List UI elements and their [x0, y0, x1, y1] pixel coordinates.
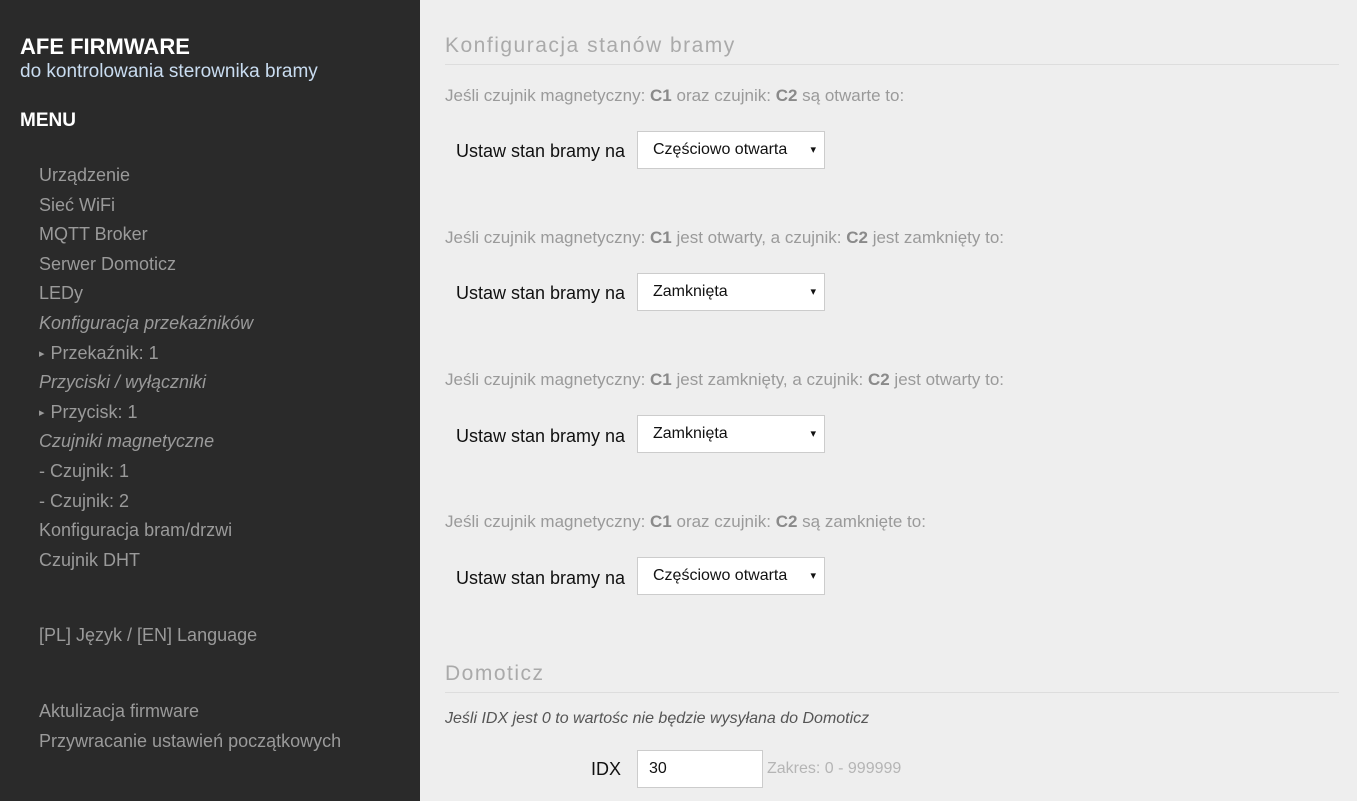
condition-1-sensor-a: C1: [650, 86, 672, 105]
sidebar-item-3[interactable]: Serwer Domoticz: [39, 251, 409, 281]
sidebar-item-label: Konfiguracja przekaźników: [39, 312, 254, 333]
sidebar-item-0[interactable]: Urządzenie: [39, 162, 409, 192]
condition-2-text-c: jest zamknięty to:: [867, 228, 1005, 247]
condition-3-sensor-b: C2: [867, 370, 890, 389]
sidebar-item-label: Konfiguracja bram/drzwi: [39, 520, 233, 541]
language-link[interactable]: [PL] Język / [EN] Language: [39, 622, 257, 652]
chevron-down-icon: ▾: [810, 286, 816, 298]
condition-1-sensor-b: C2: [775, 86, 798, 105]
sidebar-section-5: Konfiguracja przekaźników: [39, 310, 409, 340]
condition-1-text-a: Jeśli czujnik magnetyczny:: [445, 86, 651, 105]
brand-subtitle: do kontrolowania sterownika bramy: [20, 61, 318, 82]
sidebar-item-10[interactable]: - Czujnik: 1: [39, 458, 409, 488]
sidebar-section-9: Czujniki magnetyczne: [39, 428, 409, 458]
sidebar-item-11[interactable]: - Czujnik: 2: [39, 488, 409, 518]
condition-1: Jeśli czujnik magnetyczny: C1 oraz czujn…: [445, 86, 904, 106]
idx-label: IDX: [591, 759, 622, 779]
state-label-1: Ustaw stan bramy na: [456, 141, 626, 161]
chevron-down-icon: ▾: [810, 428, 816, 440]
state-select-2-value: Zamknięta: [653, 283, 728, 300]
condition-2: Jeśli czujnik magnetyczny: C1 jest otwar…: [445, 228, 1004, 248]
condition-3-sensor-a: C1: [650, 370, 672, 389]
state-select-4[interactable]: Częściowo otwarta ▾: [637, 557, 825, 595]
condition-1-text-b: oraz czujnik:: [671, 86, 776, 105]
sidebar-item-label: Przyciski / wyłączniki: [39, 372, 207, 393]
sidebar-item-13[interactable]: Czujnik DHT: [39, 547, 409, 577]
state-label-3: Ustaw stan bramy na: [456, 426, 626, 446]
state-select-3-value: Zamknięta: [653, 425, 728, 442]
condition-3: Jeśli czujnik magnetyczny: C1 jest zamkn…: [445, 370, 1004, 390]
sidebar-item-label: Czujniki magnetyczne: [39, 431, 215, 452]
condition-2-sensor-b: C2: [846, 228, 868, 247]
sidebar-item-6[interactable]: ▸ Przekaźnik: 1: [39, 340, 409, 370]
brand-title: AFE FIRMWARE: [20, 34, 190, 59]
idx-input[interactable]: [637, 750, 763, 788]
condition-3-text-c: jest otwarty to:: [889, 370, 1005, 389]
state-select-2[interactable]: Zamknięta ▾: [637, 273, 825, 311]
sidebar-item-label: Przycisk: 1: [50, 401, 138, 422]
domoticz-title: Domoticz: [445, 662, 1339, 693]
sidebar-section-7: Przyciski / wyłączniki: [39, 369, 409, 399]
sidebar-item-label: Serwer Domoticz: [39, 253, 177, 274]
sidebar-nav: Urządzenie Sieć WiFi MQTT Broker Serwer Dom…: [39, 162, 409, 576]
chevron-down-icon: ▾: [810, 144, 816, 156]
condition-3-text-b: jest zamknięty, a czujnik:: [671, 370, 868, 389]
firmware-update-link[interactable]: Aktulizacja firmware: [39, 698, 341, 728]
sidebar-item-label: Przekaźnik: 1: [50, 342, 159, 363]
sidebar-item-label: MQTT Broker: [39, 224, 148, 245]
sidebar-item-12[interactable]: Konfiguracja bram/drzwi: [39, 517, 409, 547]
sidebar: AFE FIRMWARE do kontrolowania sterownika…: [0, 0, 420, 801]
condition-4-sensor-b: C2: [775, 512, 798, 531]
sidebar-item-label: Sieć WiFi: [39, 194, 115, 215]
sidebar-item-2[interactable]: MQTT Broker: [39, 221, 409, 251]
state-label-2: Ustaw stan bramy na: [456, 283, 626, 303]
sidebar-item-label: Urządzenie: [39, 165, 131, 185]
sidebar-item-8[interactable]: ▸ Przycisk: 1: [39, 399, 409, 429]
state-select-1-value: Częściowo otwarta: [653, 141, 788, 158]
condition-2-text-b: jest otwarty, a czujnik:: [671, 228, 847, 247]
state-select-4-value: Częściowo otwarta: [653, 567, 788, 584]
idx-range-hint: Zakres: 0 - 999999: [767, 760, 902, 777]
sidebar-item-label: - Czujnik: 1: [39, 460, 130, 481]
state-select-3[interactable]: Zamknięta ▾: [637, 415, 825, 453]
chevron-down-icon: ▾: [810, 570, 816, 582]
sidebar-item-label: Czujnik DHT: [39, 549, 141, 570]
state-select-1[interactable]: Częściowo otwarta ▾: [637, 131, 825, 169]
condition-1-text-c: są otwarte to:: [797, 86, 905, 105]
sidebar-item-4[interactable]: LEDy: [39, 280, 409, 310]
triangle-right-icon: ▸: [39, 406, 45, 419]
sidebar-item-label: LEDy: [39, 283, 84, 304]
factory-reset-link[interactable]: Przywracanie ustawień początkowych: [39, 728, 341, 758]
condition-4-text-a: Jeśli czujnik magnetyczny:: [445, 512, 651, 531]
triangle-right-icon: ▸: [39, 347, 45, 360]
condition-2-sensor-a: C1: [650, 228, 672, 247]
condition-3-text-a: Jeśli czujnik magnetyczny:: [445, 370, 651, 389]
domoticz-note: Jeśli IDX jest 0 to wartośc nie będzie w…: [445, 710, 870, 727]
sidebar-item-label: - Czujnik: 2: [39, 490, 130, 511]
sidebar-item-1[interactable]: Sieć WiFi: [39, 192, 409, 222]
condition-4-text-b: oraz czujnik:: [671, 512, 776, 531]
condition-4-sensor-a: C1: [650, 512, 672, 531]
state-label-4: Ustaw stan bramy na: [456, 568, 626, 588]
condition-4-text-c: są zamknięte to:: [797, 512, 926, 531]
condition-2-text-a: Jeśli czujnik magnetyczny:: [445, 228, 651, 247]
condition-4: Jeśli czujnik magnetyczny: C1 oraz czujn…: [445, 512, 926, 532]
menu-title: MENU: [20, 110, 76, 131]
gate-states-title: Konfiguracja stanów bramy: [445, 34, 1339, 65]
